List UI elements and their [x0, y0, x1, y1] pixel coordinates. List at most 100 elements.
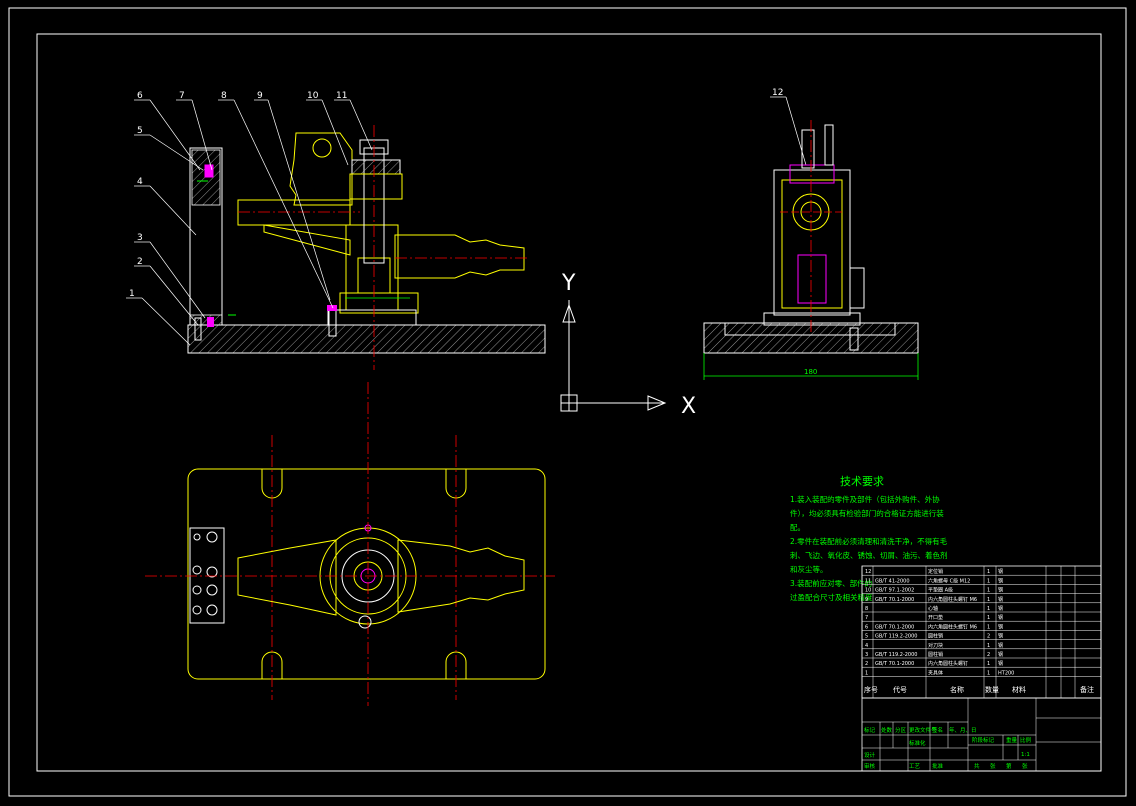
tb-zone: 分区	[895, 726, 907, 734]
bom-name: 对刀块	[928, 642, 943, 649]
bom-code: GB/T 70.1-2000	[875, 597, 914, 603]
bom-name: 圆柱销	[928, 651, 943, 658]
open-washer	[349, 173, 403, 200]
tb-mark: 标记	[864, 726, 876, 734]
workpiece-front	[237, 132, 525, 279]
bom-qty: 1	[987, 606, 990, 612]
bom-name: 定位销	[928, 568, 943, 575]
tb-standard: 标准化	[909, 739, 926, 747]
bom-no: 10	[865, 588, 871, 594]
setting-block-pin-2	[207, 317, 214, 327]
bom-code: GB/T 41-2000	[875, 578, 910, 584]
side-stud	[801, 129, 815, 169]
balloon-leaders	[126, 96, 807, 346]
top-hole-1	[193, 533, 201, 541]
bom-qty: 1	[987, 597, 990, 603]
bom-material: 钢	[998, 614, 1003, 621]
balloon-9: 9	[257, 91, 263, 101]
bom-qty: 1	[987, 588, 990, 594]
tb-weight: 重量	[1006, 736, 1018, 744]
bom-no: 5	[865, 634, 868, 640]
tech-req-line-6: 和灰尘等。	[790, 564, 828, 574]
tb-no: 第	[1006, 762, 1012, 770]
tb-sheet: 张	[1022, 762, 1028, 770]
bom-header-no: 序号	[864, 685, 878, 694]
bom-qty: 2	[987, 652, 990, 658]
ucs-icon: Y X	[560, 271, 696, 419]
bom-header-name: 名称	[950, 685, 964, 694]
outer-frame	[8, 7, 1127, 797]
top-hole-7	[206, 604, 218, 616]
tb-approve: 批准	[932, 762, 944, 770]
bom-qty: 1	[987, 615, 990, 621]
balloon-6: 6	[137, 91, 143, 101]
tb-review: 审核	[864, 762, 876, 770]
front-view	[187, 125, 546, 370]
tb-design: 设计	[864, 751, 876, 759]
bom-qty: 1	[987, 624, 990, 630]
tech-req-line-1: 1.装入装配的零件及部件（包括外购件、外协	[790, 494, 940, 504]
setting-block-pin	[204, 164, 214, 178]
top-hole-4	[206, 566, 218, 578]
bom-material: 钢	[998, 587, 1003, 594]
bom-name: 心轴	[928, 605, 938, 612]
bom-header-qty: 数量	[985, 685, 999, 694]
balloon-8: 8	[221, 91, 227, 101]
tech-req-line-7: 3.装配前应对零、部件的	[790, 578, 872, 588]
bom-no: 4	[865, 643, 868, 649]
balloon-numbers: 6 7 8 9 10 11 5 4 3 2 1 12	[129, 88, 783, 299]
bom-no: 1	[865, 670, 868, 676]
tech-req-title: 技术要求	[840, 475, 884, 488]
bom-code: GB/T 70.1-2000	[875, 624, 914, 630]
support-base	[327, 309, 417, 326]
top-workpiece	[237, 539, 525, 616]
top-hole-6	[206, 584, 218, 596]
side-dim-text: 180	[804, 368, 817, 376]
top-base-plate	[187, 468, 546, 680]
tb-process: 工艺	[909, 763, 921, 770]
bom-header-material: 材料	[1012, 685, 1026, 694]
bom-code: GB/T 97.1-2002	[875, 588, 914, 594]
tb-scale: 比例	[1020, 736, 1032, 744]
tb-count: 处数	[881, 726, 893, 734]
bom-material: 钢	[998, 596, 1003, 603]
bom-name: 夹具体	[928, 669, 943, 676]
bom-name: 六角螺母 C级 M12	[928, 577, 970, 584]
balloon-10: 10	[307, 91, 319, 101]
bom-material: 钢	[998, 605, 1003, 612]
balloon-11: 11	[336, 91, 347, 101]
ucs-x-label: X	[681, 394, 696, 419]
balloon-5: 5	[137, 126, 143, 136]
bom-no: 12	[865, 569, 871, 575]
balloon-2: 2	[137, 257, 143, 267]
cad-drawing-canvas: 6 7 8 9 10 11 5 4 3 2 1 12 180 Y X 技术要求 …	[8, 7, 1127, 797]
bom-material: 钢	[998, 651, 1003, 658]
top-pin	[358, 615, 372, 629]
tb-sign: 签名	[932, 726, 943, 734]
bom-header-note: 备注	[1080, 685, 1094, 694]
bom-material: 钢	[998, 568, 1003, 575]
balloon-7: 7	[179, 91, 185, 101]
tb-sheets: 张	[990, 762, 996, 770]
bom-table: 12 定位销 1 钢11 GB/T 41-2000 六角螺母 C级 M12 1 钢10 GB/T…	[861, 565, 1102, 699]
hex-nut	[351, 159, 401, 175]
bom-name: 内六角圆柱头螺钉	[928, 660, 968, 667]
tech-req-line-5: 刺、飞边、氧化皮、锈蚀、切屑、油污、着色剂	[790, 550, 948, 560]
side-mandrel	[797, 254, 827, 304]
bom-qty: 1	[987, 569, 990, 575]
side-view: 180	[703, 120, 919, 380]
bom-qty: 1	[987, 578, 990, 584]
bom-header-code: 代号	[893, 685, 907, 694]
bom-no: 7	[865, 615, 868, 621]
balloon-12: 12	[772, 88, 783, 98]
balloon-4: 4	[137, 177, 143, 187]
bom-name: 内六角圆柱头螺钉 M6	[928, 623, 977, 630]
tb-stage: 阶段标记	[972, 736, 995, 744]
bom-no: 9	[865, 597, 868, 603]
bom-no: 3	[865, 652, 868, 658]
side-body	[773, 169, 851, 316]
bom-name: 开口垫	[928, 614, 943, 621]
bom-material: HT200	[998, 670, 1014, 676]
top-hole-3	[192, 565, 202, 575]
bom-code: GB/T 119.2-2000	[875, 652, 917, 658]
